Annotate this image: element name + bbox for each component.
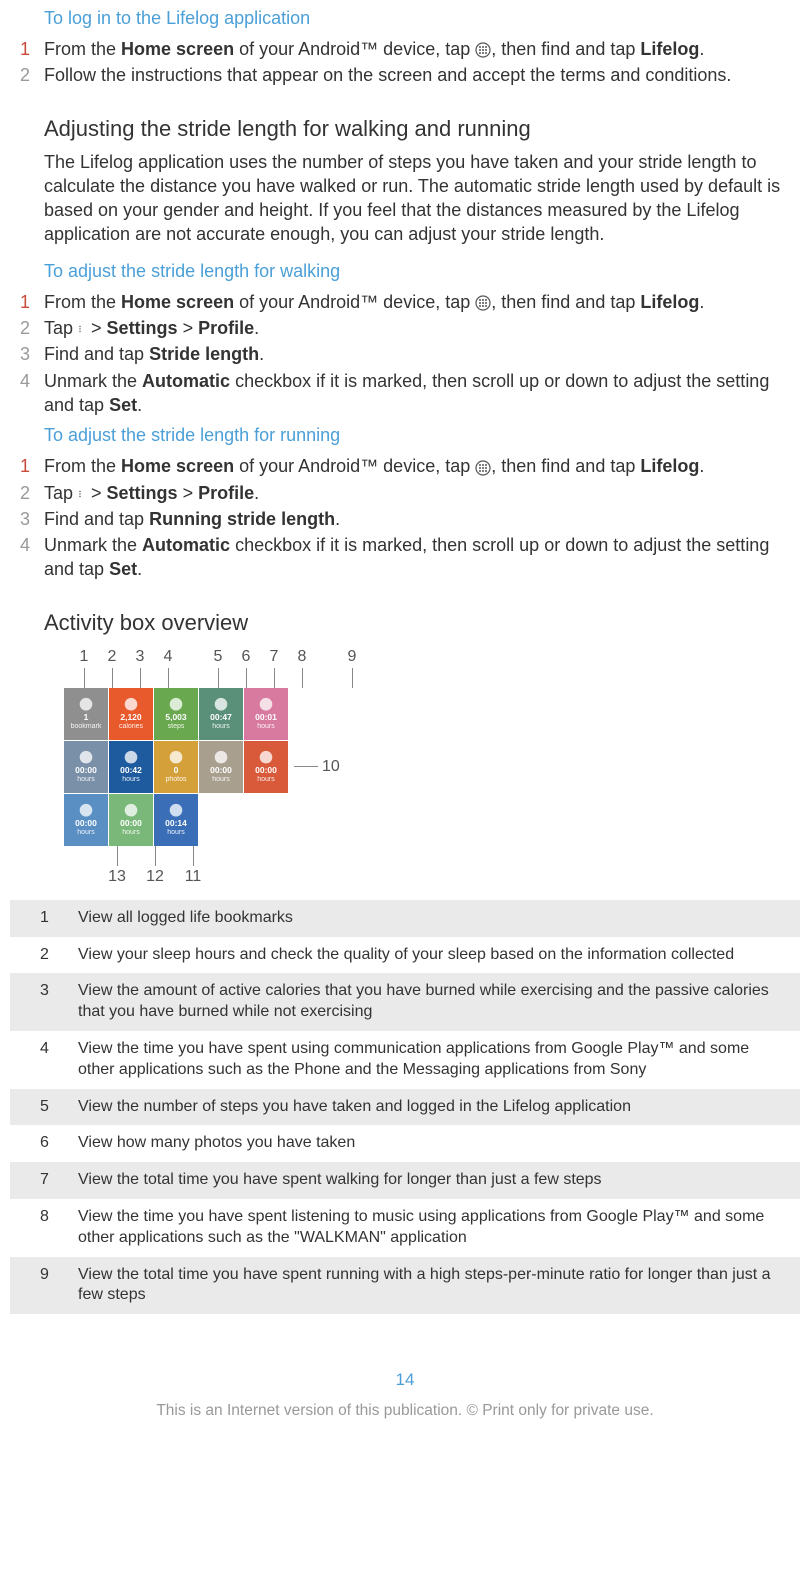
step: 3 Find and tap Stride length. xyxy=(10,342,800,366)
overflow-menu-icon xyxy=(78,321,86,337)
step-text: Unmark the Automatic checkbox if it is m… xyxy=(44,369,800,418)
step: 1 From the Home screen of your Android™ … xyxy=(10,290,800,314)
activity-tile: 2,120calories xyxy=(109,688,153,740)
annotation-lines-top xyxy=(74,668,800,688)
step-text: From the Home screen of your Android™ de… xyxy=(44,290,800,314)
subheading-stride: Adjusting the stride length for walking … xyxy=(44,116,800,142)
legend-number: 8 xyxy=(10,1199,64,1257)
activity-tile: 00:47hours xyxy=(199,688,243,740)
legend-row: 7View the total time you have spent walk… xyxy=(10,1162,800,1199)
legend-number: 6 xyxy=(10,1125,64,1162)
legend-row: 4View the time you have spent using comm… xyxy=(10,1031,800,1089)
apps-grid-icon xyxy=(475,460,491,476)
legend-number: 4 xyxy=(10,1031,64,1089)
legend-number: 1 xyxy=(10,900,64,937)
apps-grid-icon xyxy=(475,42,491,58)
section-title: To log in to the Lifelog application xyxy=(44,8,800,29)
steps-running: 1 From the Home screen of your Android™ … xyxy=(10,454,800,581)
legend-text: View all logged life bookmarks xyxy=(64,900,800,937)
legend-text: View the amount of active calories that … xyxy=(64,973,800,1031)
step-text: Tap > Settings > Profile. xyxy=(44,481,800,505)
legend-number: 5 xyxy=(10,1089,64,1126)
legend-row: 3View the amount of active calories that… xyxy=(10,973,800,1031)
step-number: 4 xyxy=(10,533,44,582)
legend-row: 6View how many photos you have taken xyxy=(10,1125,800,1162)
step-text: Find and tap Stride length. xyxy=(44,342,800,366)
paragraph: The Lifelog application uses the number … xyxy=(44,150,800,247)
activity-tile: 00:01hours xyxy=(244,688,288,740)
legend-text: View how many photos you have taken xyxy=(64,1125,800,1162)
step-text: Find and tap Running stride length. xyxy=(44,507,800,531)
legend-table: 1View all logged life bookmarks2View you… xyxy=(10,900,800,1314)
legend-row: 9View the total time you have spent runn… xyxy=(10,1257,800,1315)
subheading-activity: Activity box overview xyxy=(44,610,800,636)
activity-tile: 0photos xyxy=(154,741,198,793)
activity-tile: 00:00hours xyxy=(244,741,288,793)
legend-number: 3 xyxy=(10,973,64,1031)
overflow-menu-icon xyxy=(78,486,86,502)
step-number: 1 xyxy=(10,454,44,478)
activity-tile: 5,003steps xyxy=(154,688,198,740)
activity-figure: 1 2 3 4 5 6 7 8 9 1bookmark2,120calories… xyxy=(44,648,800,886)
step: 1 From the Home screen of your Android™ … xyxy=(10,37,800,61)
section-title: To adjust the stride length for running xyxy=(44,425,800,446)
step: 2 Tap > Settings > Profile. xyxy=(10,316,800,340)
activity-tile: 00:00hours xyxy=(109,794,153,846)
step: 4 Unmark the Automatic checkbox if it is… xyxy=(10,369,800,418)
legend-row: 5View the number of steps you have taken… xyxy=(10,1089,800,1126)
step-number: 1 xyxy=(10,290,44,314)
step-text: Tap > Settings > Profile. xyxy=(44,316,800,340)
step-text: From the Home screen of your Android™ de… xyxy=(44,37,800,61)
activity-tile: 00:42hours xyxy=(109,741,153,793)
steps-walking: 1 From the Home screen of your Android™ … xyxy=(10,290,800,417)
legend-text: View your sleep hours and check the qual… xyxy=(64,937,800,974)
legend-text: View the number of steps you have taken … xyxy=(64,1089,800,1126)
legend-number: 2 xyxy=(10,937,64,974)
activity-tile: 00:14hours xyxy=(154,794,198,846)
step-number: 3 xyxy=(10,507,44,531)
step-text: Follow the instructions that appear on t… xyxy=(44,63,800,87)
step-number: 4 xyxy=(10,369,44,418)
step-number: 2 xyxy=(10,481,44,505)
step: 1 From the Home screen of your Android™ … xyxy=(10,454,800,478)
step-number: 3 xyxy=(10,342,44,366)
step: 4 Unmark the Automatic checkbox if it is… xyxy=(10,533,800,582)
page-number: 14 xyxy=(10,1370,800,1390)
legend-number: 9 xyxy=(10,1257,64,1315)
step-number: 1 xyxy=(10,37,44,61)
step-text: Unmark the Automatic checkbox if it is m… xyxy=(44,533,800,582)
step: 2 Tap > Settings > Profile. xyxy=(10,481,800,505)
annotation-side: 10 xyxy=(294,758,340,776)
legend-text: View the total time you have spent runni… xyxy=(64,1257,800,1315)
annotation-bottom: 13 12 11 xyxy=(102,868,800,886)
activity-tile: 00:00hours xyxy=(64,741,108,793)
activity-tiles: 1bookmark2,120calories5,003steps00:47hou… xyxy=(64,688,288,846)
section-title: To adjust the stride length for walking xyxy=(44,261,800,282)
legend-text: View the total time you have spent walki… xyxy=(64,1162,800,1199)
steps-login: 1 From the Home screen of your Android™ … xyxy=(10,37,800,88)
legend-row: 1View all logged life bookmarks xyxy=(10,900,800,937)
legend-row: 8View the time you have spent listening … xyxy=(10,1199,800,1257)
footer-text: This is an Internet version of this publ… xyxy=(10,1402,800,1420)
legend-number: 7 xyxy=(10,1162,64,1199)
legend-text: View the time you have spent listening t… xyxy=(64,1199,800,1257)
step: 3 Find and tap Running stride length. xyxy=(10,507,800,531)
step-number: 2 xyxy=(10,316,44,340)
activity-tile: 00:00hours xyxy=(199,741,243,793)
step: 2 Follow the instructions that appear on… xyxy=(10,63,800,87)
activity-tile: 1bookmark xyxy=(64,688,108,740)
legend-row: 2View your sleep hours and check the qua… xyxy=(10,937,800,974)
step-number: 2 xyxy=(10,63,44,87)
annotation-lines-bottom xyxy=(102,846,800,866)
activity-tile: 00:00hours xyxy=(64,794,108,846)
apps-grid-icon xyxy=(475,295,491,311)
step-text: From the Home screen of your Android™ de… xyxy=(44,454,800,478)
annotation-top: 1 2 3 4 5 6 7 8 9 xyxy=(74,648,800,666)
legend-text: View the time you have spent using commu… xyxy=(64,1031,800,1089)
